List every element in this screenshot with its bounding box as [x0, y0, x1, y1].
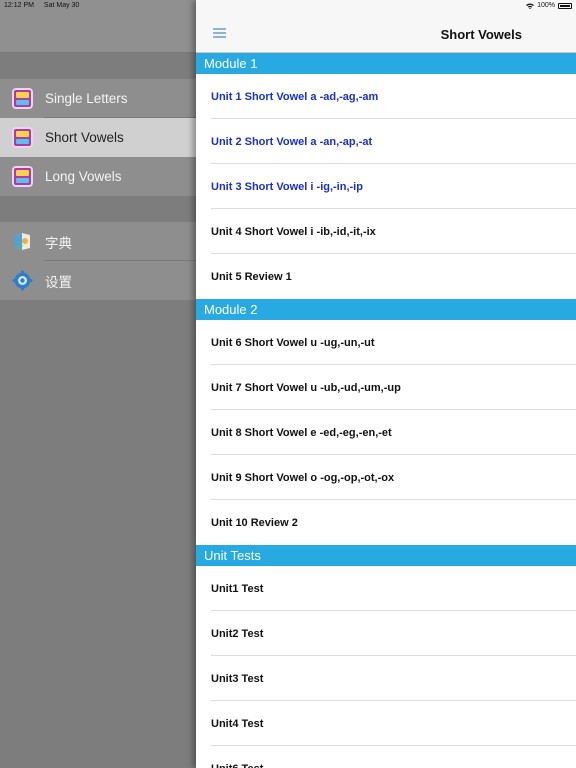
lesson-row[interactable]: Unit 2 Short Vowel a -an,-ap,-at [196, 119, 576, 164]
lesson-row[interactable]: Unit6 Test [196, 746, 576, 768]
lesson-label: Unit 6 Short Vowel u -ug,-un,-ut [211, 336, 375, 349]
lesson-row[interactable]: Unit 10 Review 2 [196, 500, 576, 545]
drawer-course-list: Single Letters Short Vowels Long Vowels [0, 79, 196, 196]
lesson-label: Unit6 Test [211, 763, 263, 768]
lesson-row[interactable]: Unit 1 Short Vowel a -ad,-ag,-am [196, 74, 576, 119]
lesson-row[interactable]: Unit 3 Short Vowel i -ig,-in,-ip [196, 164, 576, 209]
app-icon [12, 88, 33, 109]
app-icon [12, 127, 33, 148]
drawer-item-short-vowels[interactable]: Short Vowels [0, 118, 196, 157]
lesson-row[interactable]: Unit 8 Short Vowel e -ed,-eg,-en,-et [196, 410, 576, 455]
lesson-label: Unit 7 Short Vowel u -ub,-ud,-um,-up [211, 381, 401, 394]
drawer-item-settings[interactable]: 设置 [0, 261, 196, 300]
drawer-item-long-vowels[interactable]: Long Vowels [0, 157, 196, 196]
lesson-label: Unit3 Test [211, 672, 264, 685]
lesson-label: Unit 3 Short Vowel i -ig,-in,-ip [211, 180, 363, 193]
drawer-tools-list: 字典 设置 [0, 222, 196, 300]
lesson-label: Unit 2 Short Vowel a -an,-ap,-at [211, 135, 373, 148]
lesson-row[interactable]: Unit3 Test [196, 656, 576, 701]
lesson-row[interactable]: Unit1 Test [196, 566, 576, 611]
status-bar: 12:12 PM Sat May 30 100% [0, 0, 576, 12]
lesson-label: Unit 10 Review 2 [211, 516, 298, 529]
drawer-item-label: Short Vowels [45, 130, 124, 145]
lesson-row[interactable]: Unit4 Test [196, 701, 576, 746]
lesson-row[interactable]: Unit 4 Short Vowel i -ib,-id,-it,-ix [196, 209, 576, 254]
page-title: Short Vowels [440, 27, 522, 42]
lesson-label: Unit 4 Short Vowel i -ib,-id,-it,-ix [211, 225, 376, 238]
gear-icon [12, 270, 33, 291]
lesson-label: Unit4 Test [211, 717, 264, 730]
drawer-item-single-letters[interactable]: Single Letters [0, 79, 196, 118]
lesson-row[interactable]: Unit2 Test [196, 611, 576, 656]
dictionary-icon [15, 233, 30, 250]
status-time: 12:12 PM [4, 2, 34, 9]
lesson-label: Unit2 Test [211, 627, 264, 640]
lesson-label: Unit 1 Short Vowel a -ad,-ag,-am [211, 90, 379, 103]
drawer-item-label: Long Vowels [45, 169, 122, 184]
hamburger-icon[interactable] [213, 28, 226, 38]
lesson-label: Unit 9 Short Vowel o -og,-op,-ot,-ox [211, 471, 395, 484]
status-date: Sat May 30 [43, 2, 80, 9]
lesson-row[interactable]: Unit 7 Short Vowel u -ub,-ud,-um,-up [196, 365, 576, 410]
section-header: Module 1 [196, 53, 576, 74]
lesson-label: Unit1 Test [211, 582, 264, 595]
lesson-label: Unit 5 Review 1 [211, 270, 292, 283]
lesson-row[interactable]: Unit 9 Short Vowel o -og,-op,-ot,-ox [196, 455, 576, 500]
side-drawer: Single Letters Short Vowels Long Vowels … [0, 0, 196, 768]
battery-icon [558, 2, 572, 9]
lesson-row[interactable]: Unit 5 Review 1 [196, 254, 576, 299]
drawer-item-dictionary[interactable]: 字典 [0, 222, 196, 261]
wifi-icon [526, 3, 535, 9]
app-icon [12, 166, 33, 187]
lesson-row[interactable]: Unit 6 Short Vowel u -ug,-un,-ut [196, 320, 576, 365]
lesson-list: Module 1 Unit 1 Short Vowel a -ad,-ag,-am… [196, 53, 576, 768]
section-header: Module 2 [196, 299, 576, 320]
lesson-panel: Short Vowels Module 1 Unit 1 Short Vowel … [196, 0, 576, 768]
drawer-item-label: 设置 [45, 274, 72, 290]
battery-percent: 100% [537, 2, 555, 9]
section-header: Unit Tests [196, 545, 576, 566]
lesson-label: Unit 8 Short Vowel e -ed,-eg,-en,-et [211, 426, 392, 439]
drawer-item-label: Single Letters [45, 91, 128, 106]
drawer-item-label: 字典 [45, 235, 72, 251]
